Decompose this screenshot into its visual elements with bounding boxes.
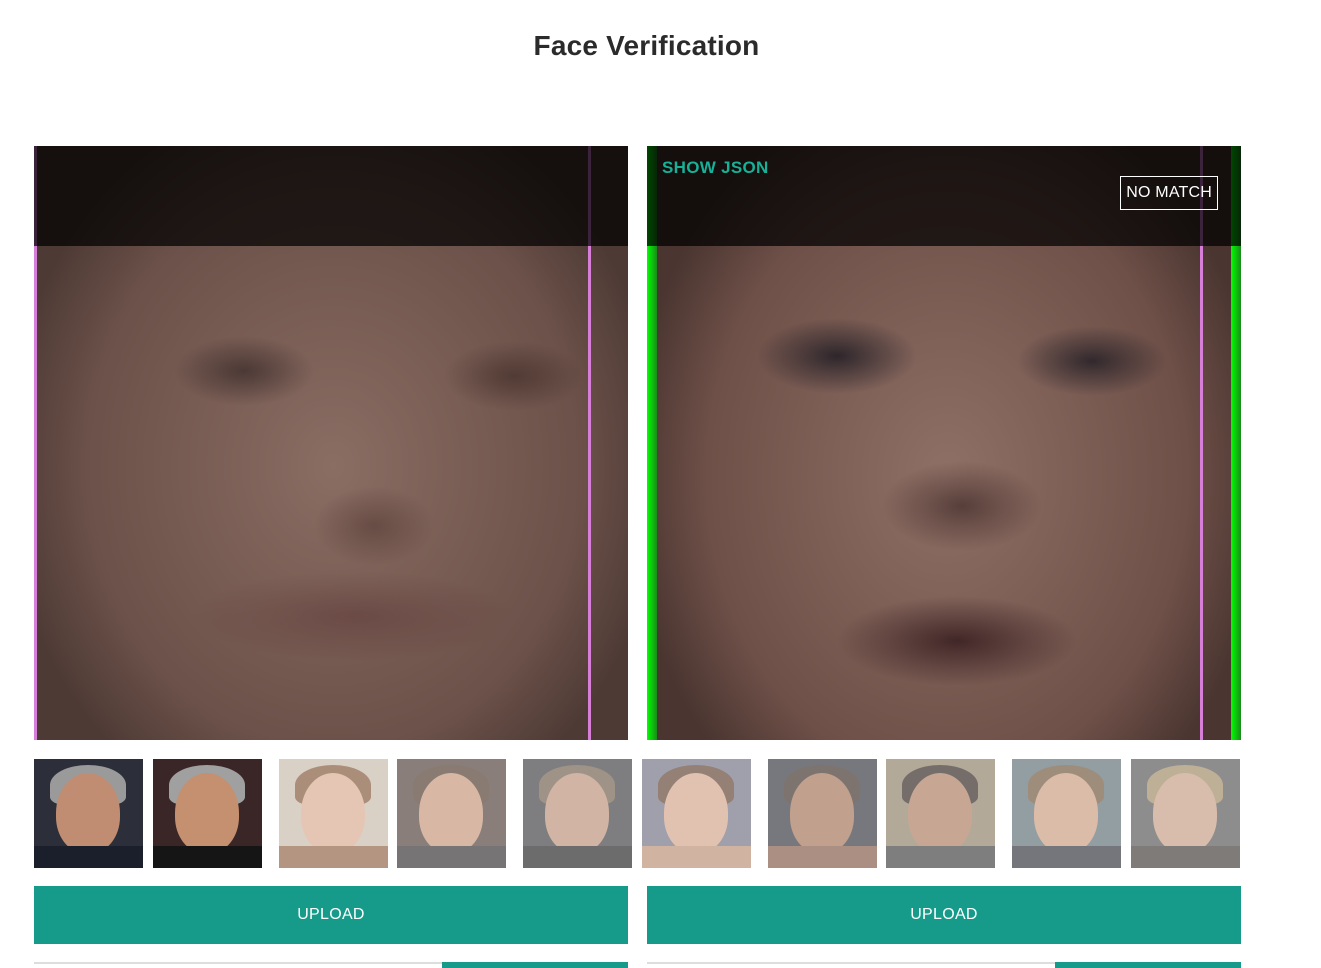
thumbnail-face xyxy=(175,773,239,853)
right-input-bar[interactable] xyxy=(647,962,1241,968)
thumbnail-hair xyxy=(902,765,978,805)
thumbnail-7[interactable] xyxy=(768,759,877,868)
left-input-bar-button[interactable] xyxy=(442,962,628,968)
thumbnail-face xyxy=(545,773,609,853)
thumbnail-hair xyxy=(413,765,489,805)
thumbnail-shoulders xyxy=(642,846,751,868)
upload-left-button[interactable]: UPLOAD xyxy=(34,886,628,944)
thumbnail-2[interactable] xyxy=(153,759,262,868)
thumbnail-10[interactable] xyxy=(1131,759,1240,868)
thumbnail-shoulders xyxy=(153,846,262,868)
right-input-bar-button[interactable] xyxy=(1055,962,1241,968)
thumbnail-hair xyxy=(784,765,860,805)
thumbnail-1[interactable] xyxy=(34,759,143,868)
thumbnail-face xyxy=(419,773,483,853)
thumbnail-face xyxy=(790,773,854,853)
thumbnail-shoulders xyxy=(1131,846,1240,868)
thumbnail-hair xyxy=(1147,765,1223,805)
thumbnail-shoulders xyxy=(279,846,388,868)
thumbnail-face xyxy=(664,773,728,853)
thumbnail-3[interactable] xyxy=(279,759,388,868)
thumbnail-shoulders xyxy=(34,846,143,868)
thumbnail-4[interactable] xyxy=(397,759,506,868)
left-face-panel[interactable] xyxy=(34,146,628,740)
thumbnail-5[interactable] xyxy=(523,759,632,868)
thumbnail-face xyxy=(56,773,120,853)
show-json-link[interactable]: SHOW JSON xyxy=(662,158,769,178)
right-face-panel[interactable]: SHOW JSON NO MATCH xyxy=(647,146,1241,740)
thumbnail-shoulders xyxy=(886,846,995,868)
thumbnail-9[interactable] xyxy=(1012,759,1121,868)
thumbnail-8[interactable] xyxy=(886,759,995,868)
thumbnail-shoulders xyxy=(768,846,877,868)
thumbnail-shoulders xyxy=(523,846,632,868)
thumbnail-hair xyxy=(1028,765,1104,805)
sample-thumbnails xyxy=(0,759,1321,868)
left-panel-header-overlay xyxy=(34,146,628,246)
thumbnail-shoulders xyxy=(1012,846,1121,868)
thumbnail-6[interactable] xyxy=(642,759,751,868)
thumbnail-face xyxy=(301,773,365,853)
left-input-bar[interactable] xyxy=(34,962,628,968)
right-panel-header-overlay: SHOW JSON NO MATCH xyxy=(647,146,1241,246)
thumbnail-face xyxy=(908,773,972,853)
thumbnail-face xyxy=(1153,773,1217,853)
page-title: Face Verification xyxy=(533,30,760,61)
result-badge: NO MATCH xyxy=(1120,176,1218,210)
thumbnail-hair xyxy=(295,765,371,805)
thumbnail-hair xyxy=(539,765,615,805)
thumbnail-hair xyxy=(658,765,734,805)
thumbnail-shoulders xyxy=(397,846,506,868)
upload-right-button[interactable]: UPLOAD xyxy=(647,886,1241,944)
thumbnail-face xyxy=(1034,773,1098,853)
